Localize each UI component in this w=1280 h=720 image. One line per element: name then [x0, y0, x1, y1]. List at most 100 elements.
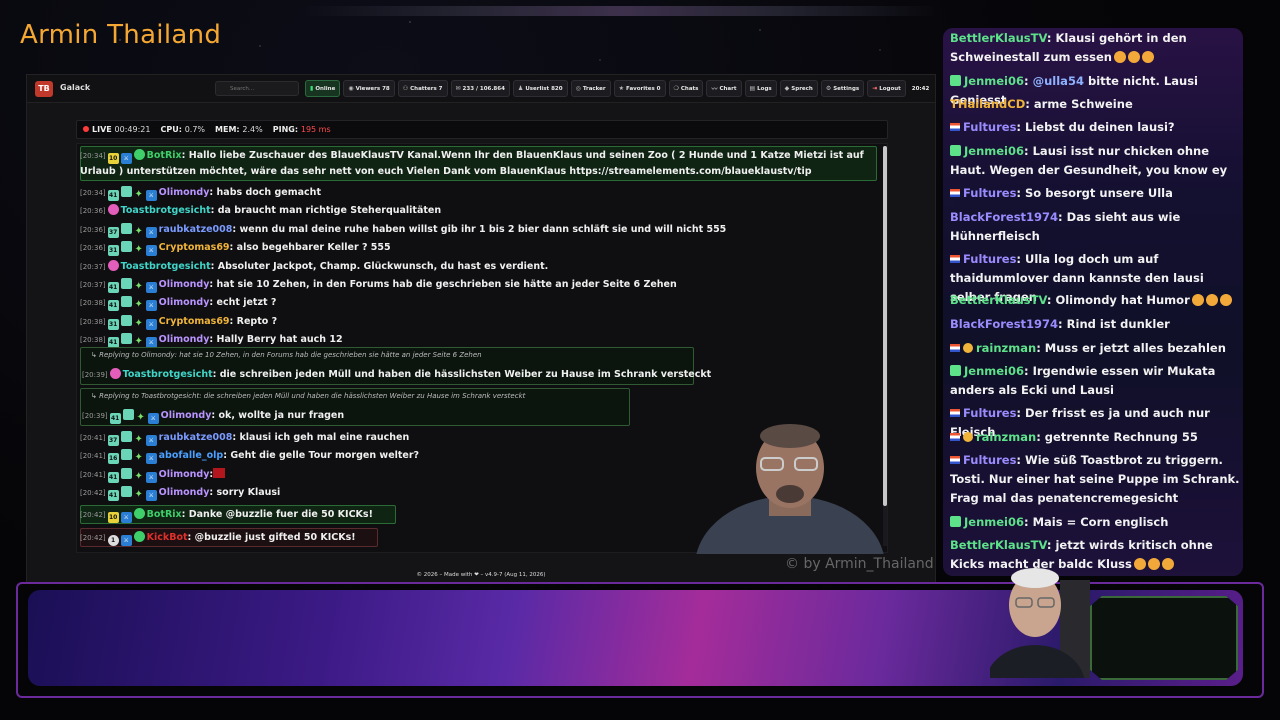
sub-badge-icon: [120, 449, 132, 461]
nav-button-chats[interactable]: ❍ Chats: [668, 80, 704, 97]
nav-button-chatters[interactable]: ⚇ Chatters 7: [397, 80, 448, 97]
sub-badge-icon: [120, 431, 132, 442]
laughing-emoji-icon: [1161, 558, 1174, 570]
username: Fultures: [963, 120, 1017, 134]
message-text: : echt jetzt ?: [209, 297, 277, 309]
message-text: : da braucht man richtige Steherqualität…: [210, 205, 442, 217]
nav-button-label: Sprech: [791, 85, 813, 92]
username: Olimondy: [158, 297, 210, 309]
nav-button-label: Tracker: [582, 85, 606, 92]
flag-icon: [950, 344, 960, 352]
chat-message: [20:41] 37 ✦ ⚔ raubkatze008: klausi ich geh …: [80, 431, 410, 446]
watermark: © by Armin_Thailand: [785, 556, 934, 572]
eye-icon: ◉: [348, 85, 354, 92]
log-icon: ▤: [749, 85, 756, 92]
coin-icon: [963, 343, 973, 353]
nav-button-settings[interactable]: ⚙ Settings: [820, 80, 865, 97]
mod-badge-icon: ⚔: [120, 535, 132, 546]
username: rainzman: [976, 341, 1037, 355]
clock: 20:42: [911, 85, 930, 92]
sub-level-badge: 41: [107, 471, 119, 483]
message-text: : wenn du mal deine ruhe haben willst gi…: [232, 223, 727, 235]
mod-badge-icon: ⚔: [147, 413, 159, 424]
mic-icon: ◆: [784, 85, 790, 92]
overlay-chat-message: Fultures: Wie süß Toastbrot zu triggern.…: [950, 451, 1240, 508]
message-text: : hat sie 10 Zehen, in den Forums hab di…: [209, 279, 677, 290]
cpu-stat: CPU: 0.7%: [160, 125, 206, 134]
username: BettlerKlausTV: [950, 538, 1047, 552]
gem-badge-icon: ✦: [134, 336, 143, 348]
overlay-chat-message: THailandCD: arme Schweine: [950, 95, 1240, 114]
message-text: : Repto ?: [229, 315, 278, 327]
chat-message: [20:38] 31 ✦ ⚔ Cryptomas69: Repto ?: [80, 314, 278, 330]
kick-platform-icon: [950, 365, 961, 376]
chat-message: [20:36] 37 ✦ ⚔ raubkatze008: wenn du mal dei…: [80, 222, 727, 238]
live-time: 00:49:21: [114, 125, 151, 134]
mod-badge-icon: ⚔: [145, 453, 157, 465]
nav-button-label: 233 / 106.864: [462, 85, 505, 92]
username: Olimondy: [158, 279, 210, 290]
message-text: : Mais = Corn englisch: [1024, 515, 1169, 529]
app-logo[interactable]: TB: [35, 81, 53, 97]
nav-button-logs[interactable]: ▤ Logs: [744, 80, 777, 97]
mod-badge-icon: ⚔: [145, 490, 157, 502]
overlay-chat-message: Fultures: Liebst du deinen lausi?: [950, 118, 1240, 137]
nav-button-online[interactable]: ▮ Online: [305, 80, 341, 97]
laughing-emoji-icon: [1219, 294, 1232, 306]
vip-badge-icon: [109, 368, 121, 379]
username: Fultures: [963, 252, 1017, 266]
nav-button-label: Userlist 820: [525, 85, 563, 92]
username: Jenmei06: [964, 364, 1024, 378]
nav-button-viewers[interactable]: ◉ Viewers 78: [343, 80, 395, 97]
message-text: : Hallo liebe Zuschauer des BlaueKlausTV…: [181, 150, 864, 161]
nav-button-label: Favorites 0: [626, 85, 661, 92]
status-bar: LIVE 00:49:21 CPU: 0.7% MEM: 2.4% PING: …: [76, 120, 888, 139]
sub-level-badge: 37: [107, 435, 119, 446]
ping-stat: PING: 195 ms: [272, 125, 331, 134]
chat-message: [20:36] 31 ✦ ⚔ Cryptomas69: also begehbarer …: [80, 241, 391, 257]
chat-message: [20:38] 41 ✦ ⚔ Olimondy: echt jetzt ?: [80, 296, 277, 312]
sub-badge-icon: [122, 409, 134, 420]
laughing-emoji-icon: [1205, 294, 1218, 306]
nav-button-logout[interactable]: ⇥ Logout: [867, 80, 906, 97]
laughing-emoji-icon: [1113, 51, 1126, 63]
gem-badge-icon: ✦: [134, 299, 143, 311]
nav-button-userlist[interactable]: ♟ Userlist 820: [512, 80, 568, 97]
stream-chat-overlay: BettlerKlausTV: Klausi gehört in den Sch…: [943, 28, 1243, 576]
gem-badge-icon: ✦: [134, 225, 143, 237]
username: Jenmei06: [964, 144, 1024, 158]
nav-button-tracker[interactable]: ◎ Tracker: [570, 80, 611, 97]
flag-icon: [950, 255, 960, 263]
username: BlackForest1974: [950, 317, 1059, 331]
nav-button-chart[interactable]: 〰 Chart: [706, 80, 742, 97]
nav-button-233[interactable]: ✉ 233 / 106.864: [450, 80, 510, 97]
username: raubkatze008: [158, 432, 233, 443]
message-text: : also begehbarer Keller ? 555: [229, 242, 391, 254]
nav-button-sprech[interactable]: ◆ Sprech: [779, 80, 818, 97]
level-badge: 10: [107, 153, 119, 164]
sub-badge-icon: [120, 314, 132, 326]
message-text: : So besorgt unsere Ulla: [1016, 186, 1173, 200]
sub-level-badge: 31: [107, 318, 119, 330]
sub-badge-icon: [120, 296, 132, 308]
nav-button-label: Chart: [719, 85, 737, 92]
flag-icon: [950, 123, 960, 131]
search-input[interactable]: [215, 81, 299, 96]
secondary-cam-frame: [1090, 596, 1238, 680]
overlay-chat-message: Jenmei06: Lausi isst nur chicken ohne Ha…: [950, 142, 1240, 180]
gem-badge-icon: ✦: [136, 412, 145, 423]
mod-badge-icon: ⚔: [145, 435, 157, 446]
gem-badge-icon: ✦: [134, 281, 143, 292]
flag-icon: [950, 409, 960, 417]
overlay-chat-message: Fultures: So besorgt unsere Ulla: [950, 184, 1240, 203]
chat-message: [20:38] 41 ✦ ⚔ Olimondy: Hally Berry hat auc…: [80, 333, 343, 349]
mem-stat: MEM: 2.4%: [215, 125, 263, 134]
chat-message: [20:36] Toastbrotgesicht: da braucht man …: [80, 204, 442, 217]
gem-badge-icon: ✦: [134, 434, 143, 445]
username: Fultures: [963, 453, 1017, 467]
username: Olimondy: [158, 334, 210, 346]
sub-level-badge: 41: [107, 490, 119, 502]
live-indicator: LIVE 00:49:21: [83, 125, 150, 134]
nav-button-favorites[interactable]: ★ Favorites 0: [613, 80, 666, 97]
top-navbar: TB Galack ⌕ ▮Online◉Viewers 78⚇Chatters …: [27, 75, 935, 103]
